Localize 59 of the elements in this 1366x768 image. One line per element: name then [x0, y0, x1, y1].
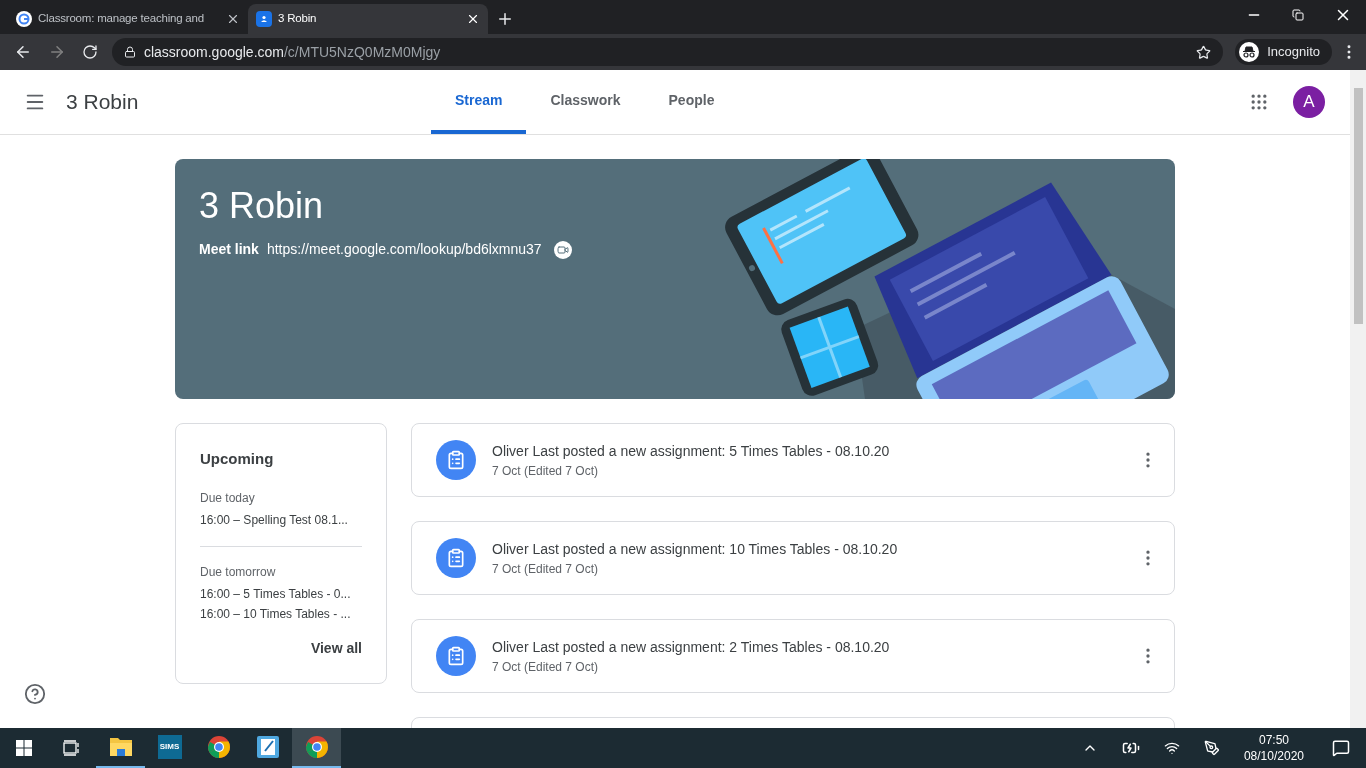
- notepad-icon: [255, 735, 280, 759]
- reload-icon[interactable]: [81, 44, 98, 60]
- apps-grid-icon[interactable]: [1249, 92, 1269, 112]
- meet-link[interactable]: https://meet.google.com/lookup/bd6lxmnu37: [266, 239, 542, 260]
- address-bar[interactable]: classroom.google.com/c/MTU5NzQ0MzM0Mjgy: [111, 38, 1224, 66]
- taskbar-app[interactable]: SIMS: [145, 728, 194, 768]
- nav-tab[interactable]: People: [644, 70, 739, 134]
- close-icon[interactable]: [466, 12, 480, 26]
- nav-tab[interactable]: Stream: [431, 70, 527, 134]
- user-avatar[interactable]: A: [1293, 86, 1325, 118]
- assignment-icon: [436, 538, 476, 578]
- tab-title: Classroom: manage teaching and: [38, 11, 205, 27]
- meet-label: Meet link: [199, 240, 259, 259]
- due-item[interactable]: 16:00 – 10 Times Tables - ...: [200, 603, 362, 624]
- back-icon[interactable]: [14, 43, 32, 61]
- banner-title: 3 Robin: [199, 186, 325, 226]
- google-icon: [16, 11, 32, 27]
- assignment-icon: [436, 440, 476, 480]
- meet-video-icon[interactable]: [553, 240, 572, 259]
- post-date: 7 Oct (Edited 7 Oct): [492, 560, 600, 578]
- help-icon[interactable]: [24, 683, 46, 705]
- new-tab-icon[interactable]: [496, 10, 514, 28]
- post-text: Oliver Last posted a new assignment: 2 Times Tables - 08.10.20: [492, 637, 891, 657]
- due-item[interactable]: 16:00 – Spelling Test 08.1...: [200, 509, 362, 530]
- browser-tab[interactable]: Classroom: manage teaching and: [8, 4, 248, 34]
- due-heading: Due today: [200, 489, 256, 507]
- post-text: Oliver Last posted a new assignment: 10 Times Tables - 08.10.20: [492, 539, 899, 559]
- notifications-icon[interactable]: [1332, 739, 1350, 757]
- class-title[interactable]: 3 Robin: [66, 86, 426, 118]
- post-text: Oliver Last posted a new assignment: 5 Times Tables - 08.10.20: [492, 441, 891, 461]
- nav-tab[interactable]: Classwork: [526, 70, 645, 134]
- clock[interactable]: 07:50 08/10/2020: [1243, 732, 1304, 764]
- incognito-icon: [1239, 42, 1260, 62]
- chrome-icon: [304, 735, 329, 759]
- close-icon[interactable]: [226, 12, 240, 26]
- incognito-profile-button[interactable]: Incognito: [1235, 39, 1332, 65]
- post-card[interactable]: Oliver Last posted a new assignment: 10 Times Tables - 08.10.20 7 Oct (Edited 7 Oct): [411, 521, 1175, 595]
- due-item[interactable]: 16:00 – 5 Times Tables - 0...: [200, 583, 362, 604]
- browser-tab[interactable]: 3 Robin: [248, 4, 488, 34]
- pen-icon[interactable]: [1203, 740, 1220, 756]
- chrome-icon: [206, 735, 231, 759]
- folder-icon: [108, 736, 133, 758]
- wifi-icon[interactable]: [1163, 740, 1180, 756]
- tab-title: 3 Robin: [278, 11, 318, 27]
- scrollbar[interactable]: [1350, 70, 1366, 728]
- classroom-icon: [256, 11, 272, 27]
- restore-icon[interactable]: [1292, 9, 1304, 21]
- post-card[interactable]: Oliver Last posted a new assignment: 2 Times Tables - 08.10.20 7 Oct (Edited 7 Oct): [411, 619, 1175, 693]
- post-card[interactable]: Oliver Last posted a new assignment: 5 Times Tables - 08.10.20 7 Oct (Edited 7 Oct): [411, 423, 1175, 497]
- post-date: 7 Oct (Edited 7 Oct): [492, 462, 600, 480]
- post-date: 7 Oct (Edited 7 Oct): [492, 658, 600, 676]
- assignment-icon: [436, 636, 476, 676]
- due-heading: Due tomorrow: [200, 563, 277, 581]
- lock-icon: [123, 46, 136, 58]
- bookmark-star-icon[interactable]: [1196, 44, 1212, 60]
- sims-icon: SIMS: [157, 735, 182, 759]
- upcoming-title: Upcoming: [200, 449, 275, 469]
- url-text: classroom.google.com/c/MTU5NzQ0MzM0Mjgy: [143, 42, 441, 62]
- view-all-link[interactable]: View all: [310, 637, 362, 659]
